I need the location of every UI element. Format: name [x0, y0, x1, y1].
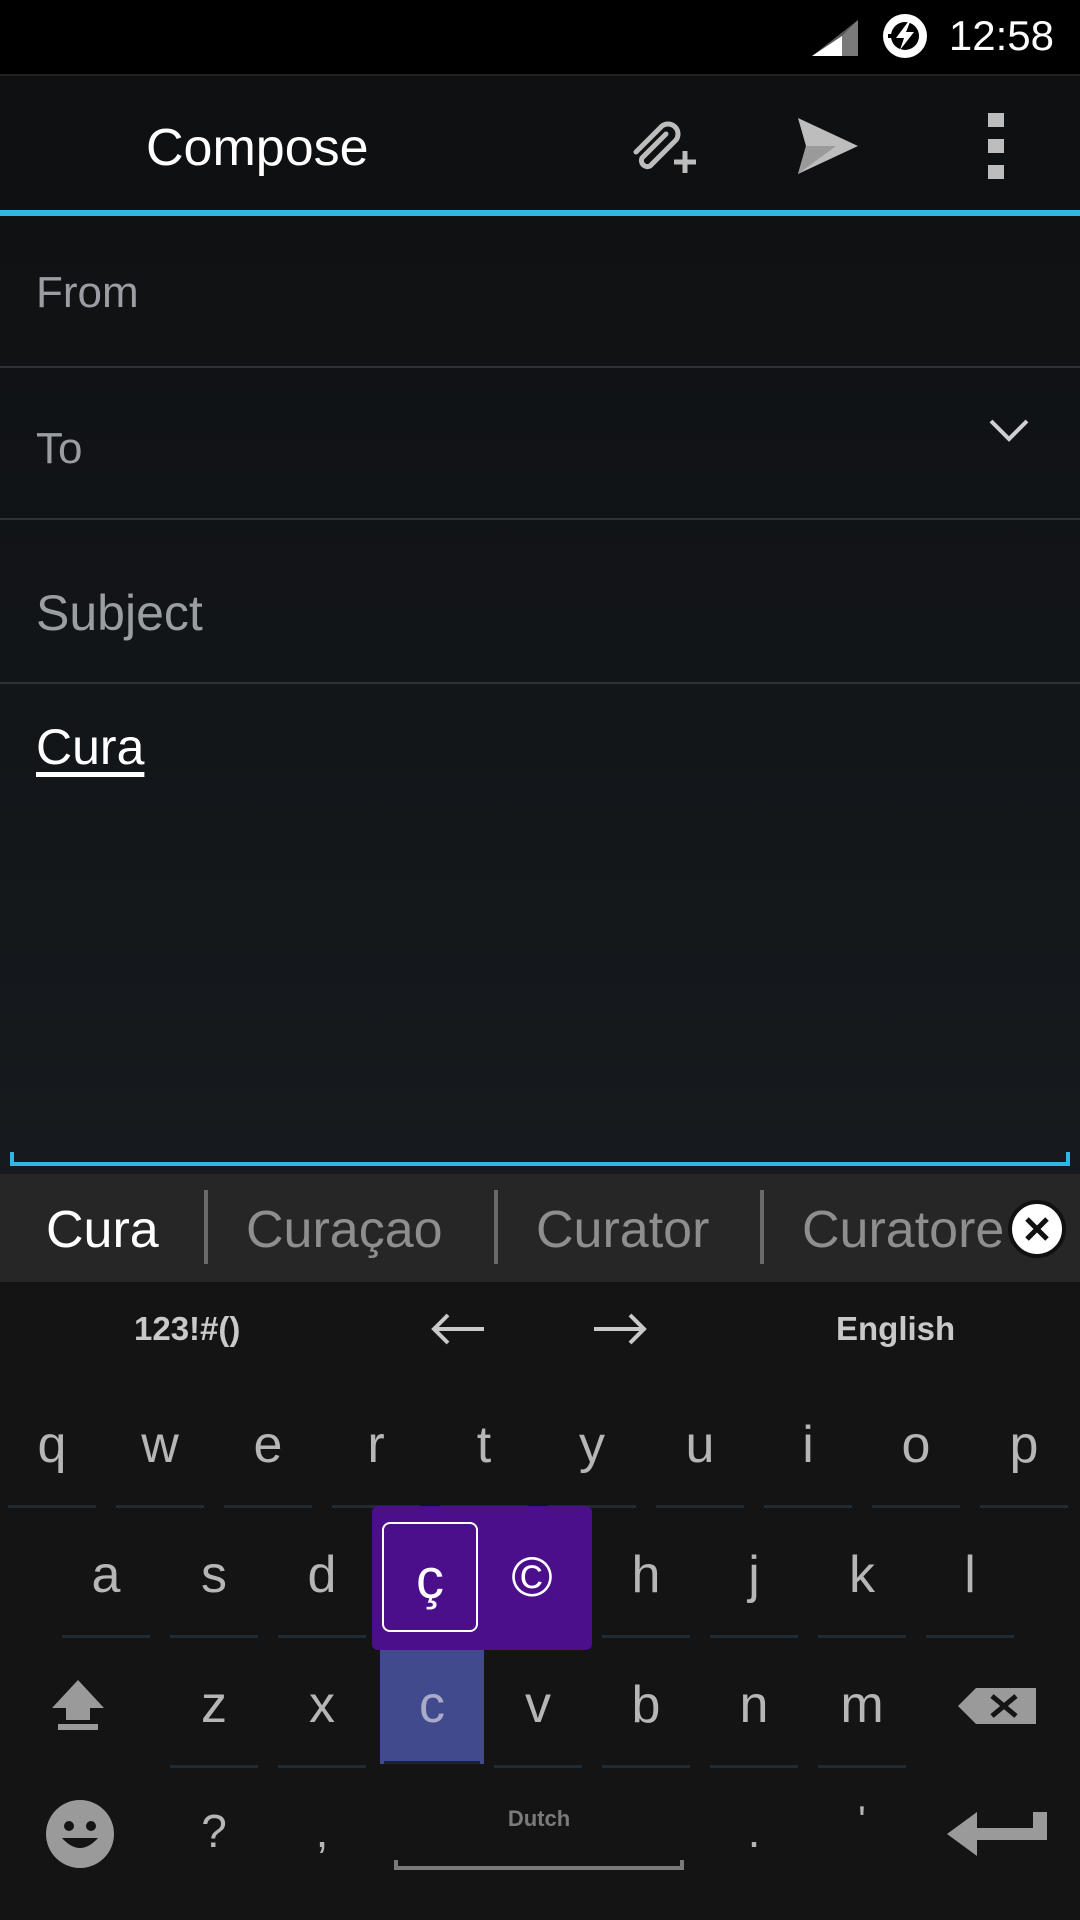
comma-key[interactable]: ,: [274, 1776, 370, 1894]
key-pressed[interactable]: c: [380, 1650, 484, 1764]
space-key-label: Dutch: [507, 1806, 571, 1831]
enter-key[interactable]: [944, 1776, 1054, 1894]
accent-popup: ç ©: [372, 1506, 592, 1650]
shift-key[interactable]: [30, 1650, 126, 1768]
from-label: From: [36, 268, 139, 317]
key[interactable]: x: [274, 1650, 370, 1768]
send-icon: [798, 118, 858, 174]
close-icon: [1025, 1217, 1049, 1241]
key[interactable]: r: [328, 1390, 424, 1508]
key[interactable]: u: [652, 1390, 748, 1508]
key[interactable]: b: [598, 1650, 694, 1768]
attach-button[interactable]: [610, 96, 710, 196]
key[interactable]: n: [706, 1650, 802, 1768]
key[interactable]: y: [544, 1390, 640, 1508]
key[interactable]: k: [814, 1520, 910, 1638]
apostrophe-key[interactable]: ': [814, 1766, 910, 1884]
key[interactable]: t: [436, 1390, 532, 1508]
symbols-key[interactable]: 123!#(): [134, 1310, 240, 1348]
to-label: To: [36, 424, 83, 473]
chevron-down-icon[interactable]: [988, 418, 1030, 444]
send-button[interactable]: [778, 96, 878, 196]
arrow-right-icon[interactable]: [592, 1312, 648, 1346]
suggestion-divider: [494, 1190, 498, 1264]
shift-icon: [52, 1680, 104, 1730]
suggestion-divider: [760, 1190, 764, 1264]
key[interactable]: i: [760, 1390, 856, 1508]
key[interactable]: l: [922, 1520, 1018, 1638]
key[interactable]: m: [814, 1650, 910, 1768]
subject-field[interactable]: Subject: [0, 520, 1080, 684]
subject-label: Subject: [36, 585, 203, 641]
space-key[interactable]: [394, 1860, 684, 1870]
suggestion-item[interactable]: Curator: [536, 1200, 709, 1260]
key[interactable]: q: [4, 1390, 100, 1508]
key[interactable]: p: [976, 1390, 1072, 1508]
signal-icon: [812, 20, 858, 56]
emoji-key[interactable]: [32, 1776, 128, 1894]
overflow-menu-button[interactable]: [946, 96, 1046, 196]
key[interactable]: s: [166, 1520, 262, 1638]
key[interactable]: j: [706, 1520, 802, 1638]
battery-charging-icon: [883, 14, 927, 58]
body-input-underline: [10, 1152, 1070, 1166]
question-key[interactable]: ?: [166, 1776, 262, 1894]
body-input-text[interactable]: Cura: [36, 718, 144, 776]
suggestion-item[interactable]: Curaçao: [246, 1200, 443, 1260]
key[interactable]: h: [598, 1520, 694, 1638]
suggestion-strip: Cura Curaçao Curator Curatore: [0, 1174, 1080, 1282]
close-suggestions-button[interactable]: [1008, 1200, 1066, 1258]
suggestion-item[interactable]: Cura: [46, 1200, 159, 1260]
backspace-icon: [958, 1688, 1036, 1724]
language-key[interactable]: English: [836, 1310, 955, 1348]
from-field[interactable]: From: [0, 216, 1080, 368]
key[interactable]: e: [220, 1390, 316, 1508]
key[interactable]: d: [274, 1520, 370, 1638]
key[interactable]: v: [490, 1650, 586, 1768]
period-key[interactable]: .: [706, 1776, 802, 1894]
backspace-key[interactable]: [950, 1650, 1046, 1768]
paperclip-plus-icon: [633, 121, 696, 173]
key[interactable]: o: [868, 1390, 964, 1508]
compose-form: From To Subject Cura: [0, 216, 1080, 1174]
more-vert-icon: [988, 113, 1004, 179]
suggestion-divider: [204, 1190, 208, 1264]
key[interactable]: a: [58, 1520, 154, 1638]
enter-icon: [947, 1812, 1047, 1856]
to-field[interactable]: To: [0, 368, 1080, 520]
status-time: 12:58: [948, 12, 1054, 59]
arrow-left-icon[interactable]: [430, 1312, 486, 1346]
accent-option[interactable]: ç: [382, 1522, 478, 1632]
page-title: Compose: [146, 119, 369, 177]
action-bar: Compose: [0, 74, 1080, 212]
key[interactable]: z: [166, 1650, 262, 1768]
accent-option[interactable]: ©: [484, 1522, 580, 1632]
key[interactable]: w: [112, 1390, 208, 1508]
smiley-icon: [46, 1800, 114, 1868]
suggestion-item[interactable]: Curatore: [802, 1200, 1004, 1260]
status-bar: 12:58: [0, 0, 1080, 74]
